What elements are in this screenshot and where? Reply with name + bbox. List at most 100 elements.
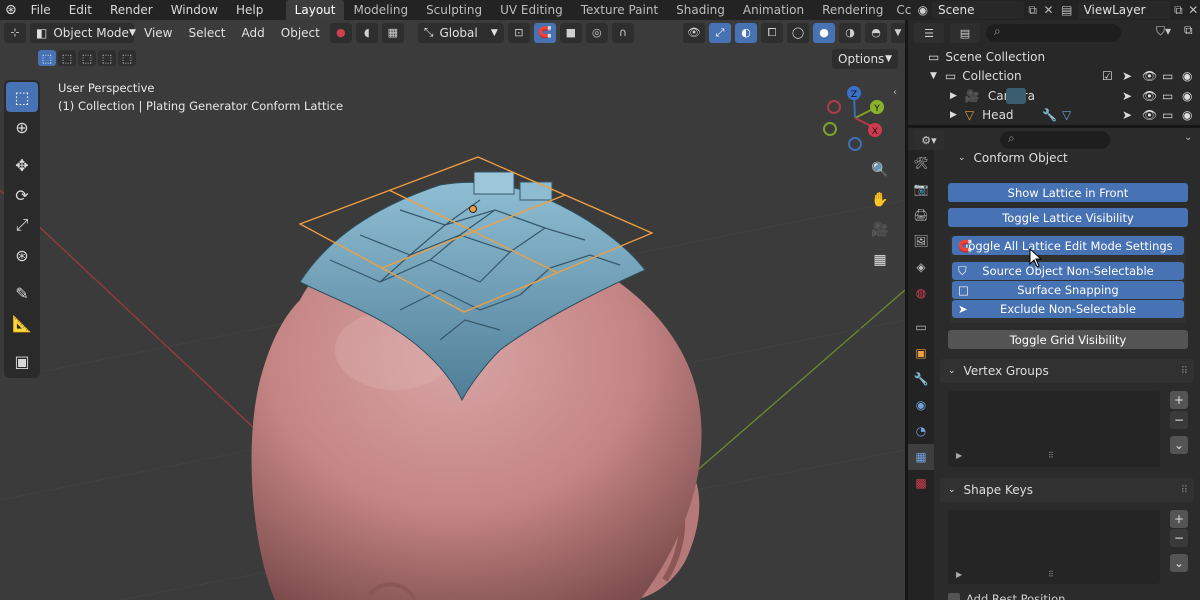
snap-target-icon[interactable]: ■ xyxy=(559,22,582,43)
toggle-grid-visibility-button[interactable]: Toggle Grid Visibility xyxy=(948,330,1188,349)
properties-search-input[interactable]: ⌕ xyxy=(1000,131,1110,149)
falloff-icon[interactable]: ∩ xyxy=(611,22,634,43)
select-intersect-icon[interactable]: ⬚ xyxy=(118,50,136,66)
menu-file[interactable]: File xyxy=(22,0,60,20)
menu-add[interactable]: Add xyxy=(236,23,271,43)
remove-shape-key-button[interactable]: − xyxy=(1170,529,1188,547)
toggle-lattice-visibility-button[interactable]: Toggle Lattice Visibility xyxy=(948,208,1188,227)
list-resize-handle-icon[interactable]: ⠿ xyxy=(1048,570,1054,579)
delete-scene-icon[interactable]: ✕ xyxy=(1041,3,1056,17)
measure-tool-icon[interactable]: 📐 xyxy=(6,308,38,338)
outliner-editor-icon[interactable]: ☰ xyxy=(914,23,944,43)
tab-sculpting[interactable]: Sculpting xyxy=(417,0,491,20)
vertex-group-specials-button[interactable]: ⌄ xyxy=(1170,436,1188,454)
tool-tab-icon[interactable]: 🛠 xyxy=(908,150,934,176)
rendered-shading-icon[interactable]: ◓ xyxy=(865,22,887,43)
tab-shading[interactable]: Shading xyxy=(667,0,734,20)
selectable-icon[interactable]: ➤ xyxy=(1122,89,1132,103)
pivot-icon[interactable]: ⊡ xyxy=(507,22,530,43)
menu-select[interactable]: Select xyxy=(182,23,231,43)
shading-mode-icon[interactable]: ◖ xyxy=(355,22,378,43)
new-scene-icon[interactable]: ⧉ xyxy=(1024,3,1041,18)
zoom-icon[interactable]: 🔍 xyxy=(867,157,893,183)
toggle-all-lattice-edit-button[interactable]: 🧲 Toggle All Lattice Edit Mode Settings xyxy=(952,236,1184,255)
drag-handle-icon[interactable]: ⠿ xyxy=(1181,485,1188,496)
viewport-display-icon[interactable]: ▭ xyxy=(1162,108,1173,122)
expand-arrow-icon[interactable]: ▶ xyxy=(950,91,957,101)
selectable-icon[interactable]: ➤ xyxy=(1122,108,1132,122)
shape-keys-list[interactable]: ▶ ⠿ xyxy=(948,510,1160,584)
proportional-edit-icon[interactable]: ◎ xyxy=(585,22,608,43)
add-rest-position-row[interactable]: Add Rest Position xyxy=(948,592,1065,600)
expand-arrow-icon[interactable]: ▶ xyxy=(950,110,957,120)
outliner-search-input[interactable]: ⌕ xyxy=(986,24,1121,42)
xray-icon[interactable]: ⧠ xyxy=(761,22,783,43)
checkbox-icon[interactable] xyxy=(948,593,960,600)
output-tab-icon[interactable]: 🖨 xyxy=(908,202,934,228)
select-subtract-icon[interactable]: ⬚ xyxy=(78,50,96,66)
particles-tab-icon[interactable]: ◉ xyxy=(908,392,934,418)
visibility-icon[interactable]: 👁 xyxy=(683,22,705,43)
perspective-toggle-icon[interactable]: ▦ xyxy=(867,247,893,273)
shape-keys-panel-header[interactable]: ⌄ Shape Keys ⠿ xyxy=(940,478,1194,502)
filter-icon[interactable]: ⛉▾ xyxy=(1156,24,1171,39)
surface-snapping-button[interactable]: □ Surface Snapping xyxy=(952,281,1184,299)
new-collection-icon[interactable]: ⧉ xyxy=(1184,23,1193,38)
view-layer-tab-icon[interactable]: 🖼 xyxy=(908,228,934,254)
rotate-tool-icon[interactable]: ⟳ xyxy=(6,180,38,210)
menu-window[interactable]: Window xyxy=(162,0,227,20)
tab-modeling[interactable]: Modeling xyxy=(344,0,417,20)
move-tool-icon[interactable]: ✥ xyxy=(6,150,38,180)
menu-object[interactable]: Object xyxy=(275,23,326,43)
new-view-layer-icon[interactable]: ⧉ xyxy=(1170,3,1187,18)
viewport-display-icon[interactable]: ▭ xyxy=(1162,89,1173,103)
delete-view-layer-icon[interactable]: ✕ xyxy=(1187,3,1200,17)
texture-tab-icon[interactable]: ▩ xyxy=(908,470,934,496)
physics-tab-icon[interactable]: ◔ xyxy=(908,418,934,444)
properties-editor-icon[interactable]: ⚙▾ xyxy=(914,130,944,150)
annotate-tool-icon[interactable]: ✎ xyxy=(6,278,38,308)
modifier-tab-icon[interactable]: 🔧 xyxy=(908,366,934,392)
outliner-row-camera[interactable]: ▶ 🎥 Camera ➤ 👁 ▭ ◉ xyxy=(950,86,1200,106)
view-layer-icon[interactable]: ▤ xyxy=(1056,3,1078,17)
navigation-gizmo[interactable]: Z Y X xyxy=(820,80,895,155)
tab-layout[interactable]: Layout xyxy=(285,0,345,20)
render-camera-icon[interactable]: ◉ xyxy=(1182,89,1192,103)
tab-animation[interactable]: Animation xyxy=(734,0,813,20)
transform-orientation-dropdown[interactable]: ⤡ Global ▼ xyxy=(417,22,504,43)
select-invert-icon[interactable]: ⬚ xyxy=(98,50,116,66)
solid-shading-icon[interactable]: ● xyxy=(813,22,835,43)
pan-hand-icon[interactable]: ✋ xyxy=(867,187,893,213)
menu-help[interactable]: Help xyxy=(227,0,272,20)
scale-tool-icon[interactable]: ⤢ xyxy=(6,210,38,240)
render-camera-icon[interactable]: ◉ xyxy=(1182,69,1192,83)
overlay-icon[interactable]: ◐ xyxy=(735,22,757,43)
conform-object-panel-header[interactable]: ⌄ Conform Object xyxy=(958,151,1068,165)
cursor-tool-icon[interactable]: ⊕ xyxy=(6,112,38,142)
display-mode-icon[interactable]: ▤ xyxy=(950,23,980,43)
tab-texture-paint[interactable]: Texture Paint xyxy=(572,0,667,20)
add-vertex-group-button[interactable]: + xyxy=(1170,391,1188,409)
chevron-down-icon[interactable]: ⌄ xyxy=(1184,132,1192,143)
vertex-groups-panel-header[interactable]: ⌄ Vertex Groups ⠿ xyxy=(940,359,1194,383)
editor-type-icon[interactable]: ⊹ xyxy=(4,22,26,43)
exclude-non-selectable-button[interactable]: ➤ Exclude Non-Selectable xyxy=(952,300,1184,318)
object-tab-icon[interactable]: ▣ xyxy=(908,340,934,366)
menu-view[interactable]: View xyxy=(138,23,178,43)
eye-icon[interactable]: 👁 xyxy=(1142,69,1157,83)
wireframe-shading-icon[interactable]: ◯ xyxy=(787,22,809,43)
vertex-groups-list[interactable]: ▶ ⠿ xyxy=(948,391,1160,467)
outliner-row-head[interactable]: ▶ ▽ Head 🔧 ▽ ➤ 👁 ▭ ◉ xyxy=(950,105,1200,125)
select-box-tool-icon[interactable]: ⬚ xyxy=(6,82,38,112)
viewport-display-icon[interactable]: ▭ xyxy=(1162,69,1173,83)
sidebar-toggle-icon[interactable]: ‹ xyxy=(893,87,897,98)
shape-key-specials-button[interactable]: ⌄ xyxy=(1170,554,1188,572)
eye-icon[interactable]: 👁 xyxy=(1142,108,1157,122)
scene-icon[interactable]: ◉ xyxy=(914,3,932,17)
outliner-row-scene-collection[interactable]: ▭ Scene Collection xyxy=(928,47,1198,67)
scene-tab-icon[interactable]: ◈ xyxy=(908,254,934,280)
outliner-row-collection[interactable]: ▼ ▭ Collection ☑ ➤ 👁 ▭ ◉ xyxy=(930,66,1200,86)
transform-tool-icon[interactable]: ⊛ xyxy=(6,240,38,270)
snap-icon[interactable]: 🧲 xyxy=(533,22,556,43)
menu-edit[interactable]: Edit xyxy=(60,0,101,20)
